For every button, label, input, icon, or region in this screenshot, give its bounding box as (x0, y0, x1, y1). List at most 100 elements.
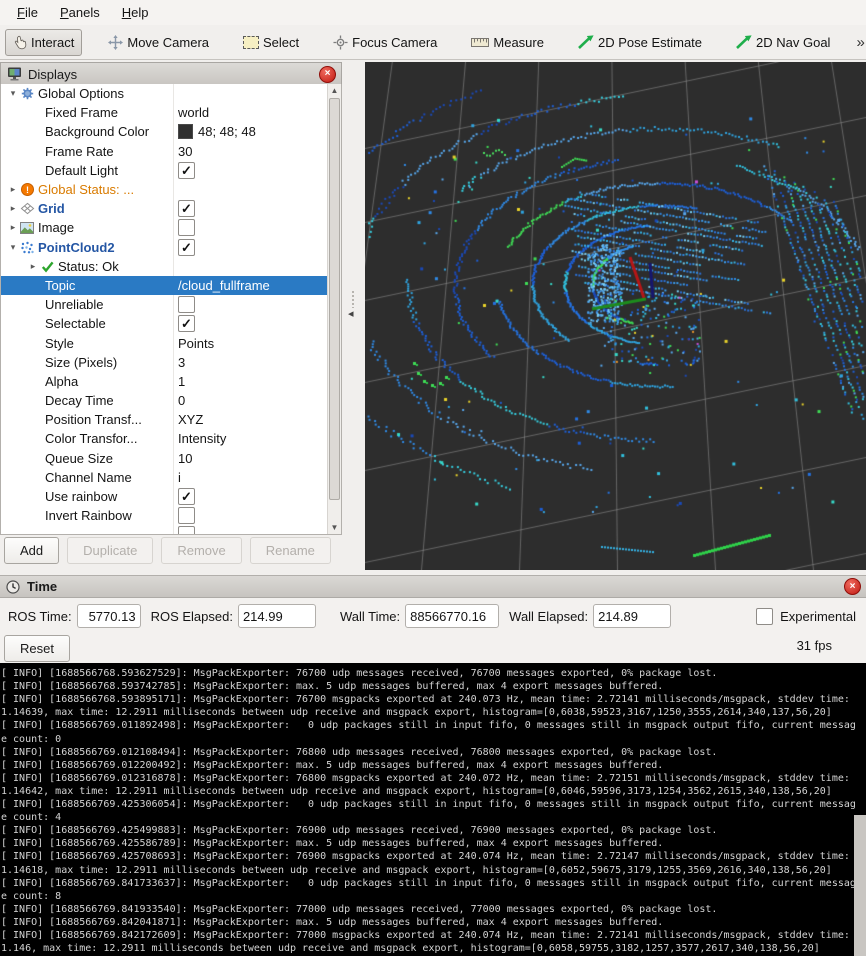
tree-checkbox[interactable]: ✓ (178, 162, 195, 179)
expand-arrow-icon[interactable]: ▸ (7, 222, 19, 233)
color-swatch[interactable] (178, 124, 193, 139)
expand-arrow-icon[interactable]: ▸ (7, 203, 19, 214)
splitter-grip[interactable] (351, 290, 355, 308)
terminal-line: [ INFO] [1688566769.425306054]: MsgPackE… (1, 798, 866, 811)
time-panel-body: ROS Time:5770.13ROS Elapsed:214.99Wall T… (0, 598, 866, 664)
tree-value-text[interactable]: 30 (178, 144, 192, 159)
tree-checkbox[interactable]: ✓ (178, 239, 195, 256)
tree-row-image[interactable]: ▸Image (1, 218, 328, 237)
tree-value-text[interactable]: 0 (178, 393, 185, 408)
tool-button-measure[interactable]: Measure (463, 29, 552, 56)
tree-row-grid[interactable]: ▸Grid✓ (1, 199, 328, 218)
ros-elapsed-input[interactable]: 214.99 (238, 604, 316, 628)
tree-value-text[interactable]: 3 (178, 355, 185, 370)
tool-button-label: Focus Camera (352, 35, 437, 50)
duplicate-button: Duplicate (67, 537, 153, 564)
tree-row-style[interactable]: StylePoints (1, 333, 328, 352)
displays-close-icon[interactable]: × (319, 66, 336, 83)
toolbar-overflow-chevron[interactable]: » (856, 34, 864, 51)
reset-button[interactable]: Reset (4, 635, 70, 662)
ros-time-input[interactable]: 5770.13 (77, 604, 141, 628)
scroll-up-icon[interactable]: ▲ (328, 84, 341, 97)
tree-value-text[interactable]: Points (178, 336, 214, 351)
tree-value-text[interactable]: world (178, 105, 209, 120)
tree-row-use-rainbow[interactable]: Use rainbow✓ (1, 487, 328, 506)
move-icon (108, 35, 123, 50)
tree-row-label: Background Color (45, 124, 149, 139)
tool-button-focus-camera[interactable]: Focus Camera (325, 29, 445, 56)
tree-row-size-pixels[interactable]: Size (Pixels)3 (1, 353, 328, 372)
tree-value-text[interactable]: XYZ (178, 412, 203, 427)
tool-button-pose-estimate[interactable]: 2D Pose Estimate (570, 29, 710, 56)
tree-row-status-ok[interactable]: ▸Status: Ok (1, 257, 328, 276)
tree-row-default-light[interactable]: Default Light ✓ (1, 161, 328, 180)
tree-row-global-options[interactable]: ▾Global Options (1, 84, 328, 103)
tree-cell-value: Points (178, 333, 328, 352)
scrollbar-thumb[interactable] (329, 98, 340, 500)
panel-splitter[interactable]: ◂ (342, 62, 365, 570)
tree-row-fixed-frame[interactable]: Fixed Frameworld (1, 103, 328, 122)
tree-checkbox[interactable]: ✓ (178, 200, 195, 217)
tree-value-text[interactable]: 48; 48; 48 (198, 124, 256, 139)
tree-value-text[interactable]: /cloud_fullframe (178, 278, 270, 293)
menu-item-file[interactable]: File (6, 1, 49, 24)
expand-arrow-icon[interactable]: ▸ (27, 261, 39, 272)
tree-checkbox[interactable]: ✓ (178, 315, 195, 332)
displays-tree: ▾Global OptionsFixed FrameworldBackgroun… (0, 84, 342, 535)
tree-row-label: Default Light (45, 163, 118, 178)
tree-row-unreliable[interactable]: Unreliable (1, 295, 328, 314)
tree-cell-value: ✓ (178, 161, 328, 180)
wall-elapsed-input[interactable]: 214.89 (593, 604, 671, 628)
tree-row-pointcloud2[interactable]: ▾PointCloud2✓ (1, 238, 328, 257)
tree-value-text[interactable]: 10 (178, 451, 192, 466)
collapse-arrow-icon[interactable]: ▾ (7, 88, 19, 99)
tool-button-interact[interactable]: Interact (5, 29, 82, 56)
remove-button: Remove (161, 537, 241, 564)
terminal-scrollbar[interactable] (854, 815, 866, 956)
displays-panel-title: Displays (28, 67, 77, 82)
experimental-checkbox[interactable] (756, 608, 773, 625)
tool-button-label: 2D Pose Estimate (598, 35, 702, 50)
tree-value-text[interactable]: i (178, 470, 181, 485)
tree-row-selectable[interactable]: Selectable✓ (1, 314, 328, 333)
tree-checkbox[interactable] (178, 219, 195, 236)
tree-row-background-color[interactable]: Background Color 48; 48; 48 (1, 122, 328, 141)
tree-row-global-status[interactable]: ▸!Global Status: ... (1, 180, 328, 199)
tree-checkbox[interactable] (178, 526, 195, 535)
collapse-arrow-icon[interactable]: ▾ (7, 242, 19, 253)
tree-row-frame-rate[interactable]: Frame Rate30 (1, 142, 328, 161)
wall-time-input[interactable]: 88566770.16 (405, 604, 499, 628)
tree-row-decay-time[interactable]: Decay Time0 (1, 391, 328, 410)
tree-row-color-transformer[interactable]: Color Transfor... Intensity (1, 429, 328, 448)
tree-row-queue-size[interactable]: Queue Size10 (1, 449, 328, 468)
terminal-line: 1.14639, max time: 12.2911 milliseconds … (1, 706, 866, 719)
tree-row-topic[interactable]: Topic/cloud_fullframe (1, 276, 328, 295)
tree-checkbox[interactable]: ✓ (178, 488, 195, 505)
tree-row-channel-name[interactable]: Channel Namei (1, 468, 328, 487)
tree-value-text[interactable]: Intensity (178, 431, 226, 446)
tree-row-alpha[interactable]: Alpha1 (1, 372, 328, 391)
terminal-line: e count: 8 (1, 890, 866, 903)
menu-item-panels[interactable]: Panels (49, 1, 111, 24)
tool-button-move-camera[interactable]: Move Camera (100, 29, 217, 56)
time-close-icon[interactable]: × (844, 578, 861, 595)
menu-item-help[interactable]: Help (111, 1, 160, 24)
tree-row-invert-rainbow[interactable]: Invert Rainbow (1, 506, 328, 525)
tree-row-partial-row[interactable] (1, 525, 328, 535)
tool-button-select[interactable]: Select (235, 29, 307, 56)
add-button[interactable]: Add (4, 537, 59, 564)
tree-row-label: Color Transfor... (45, 431, 137, 446)
tree-scrollbar[interactable]: ▲ ▼ (327, 84, 341, 534)
tree-row-position-transformer[interactable]: Position Transf...XYZ (1, 410, 328, 429)
tree-cell-name: ▸Image (1, 218, 179, 237)
tool-button-nav-goal[interactable]: 2D Nav Goal (728, 29, 838, 56)
splitter-collapse-icon[interactable]: ◂ (348, 307, 354, 320)
time-panel: Time × ROS Time:5770.13ROS Elapsed:214.9… (0, 575, 866, 664)
3d-viewport[interactable] (365, 62, 866, 570)
expand-arrow-icon[interactable]: ▸ (7, 184, 19, 195)
tree-value-text[interactable]: 1 (178, 374, 185, 389)
tree-row-label: Unreliable (45, 297, 104, 312)
scroll-down-icon[interactable]: ▼ (328, 521, 341, 534)
tree-checkbox[interactable] (178, 507, 195, 524)
tree-checkbox[interactable] (178, 296, 195, 313)
